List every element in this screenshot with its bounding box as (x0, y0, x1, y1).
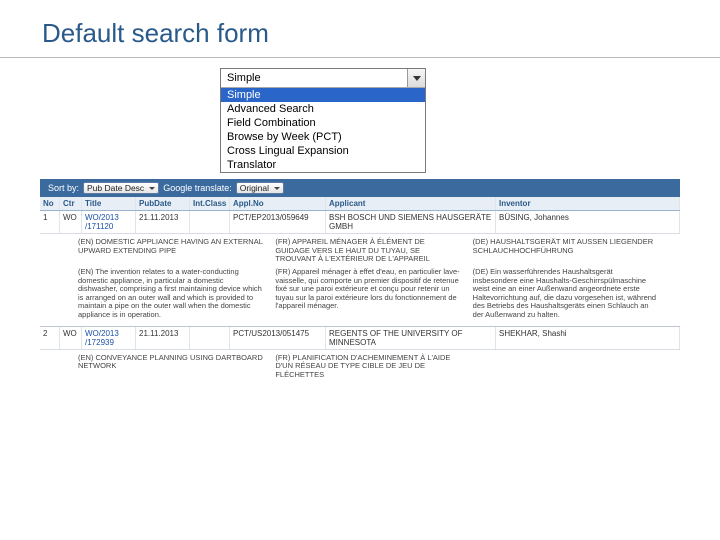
abstract-en: (EN) The invention relates to a water-co… (78, 268, 263, 320)
col-ctr: Ctr (60, 197, 82, 210)
dropdown-option[interactable]: Simple (221, 88, 425, 102)
abstract-de: (DE) Ein wasserführendes Haushaltsgerät … (473, 268, 658, 320)
col-pubdate: PubDate (136, 197, 190, 210)
sort-label: Sort by: (48, 183, 79, 193)
cell-intclass (190, 327, 230, 349)
translate-label: Google translate: (163, 183, 232, 193)
col-applicant: Applicant (326, 197, 496, 210)
cell-inventor: BÜSING, Johannes (496, 211, 680, 233)
dropdown-option[interactable]: Browse by Week (PCT) (221, 130, 425, 144)
title-en: (EN) CONVEYANCE PLANNING USING DARTBOARD… (78, 354, 263, 380)
cell-applno: PCT/US2013/051475 (230, 327, 326, 349)
title-de (473, 354, 658, 380)
result-titles: (EN) DOMESTIC APPLIANCE HAVING AN EXTERN… (40, 234, 680, 327)
screenshot-region: Simple Simple Advanced Search Field Comb… (40, 68, 680, 386)
col-no: No (40, 197, 60, 210)
cell-no: 1 (40, 211, 60, 233)
results-header-row: No Ctr Title PubDate Int.Class Appl.No A… (40, 197, 680, 211)
results-toolbar: Sort by: Pub Date Desc Google translate:… (40, 179, 680, 197)
cell-no: 2 (40, 327, 60, 349)
cell-applicant: BSH BOSCH UND SIEMENS HAUSGERÄTE GMBH (326, 211, 496, 233)
sort-select[interactable]: Pub Date Desc (83, 182, 159, 194)
cell-pubdate: 21.11.2013 (136, 211, 190, 233)
dropdown-option[interactable]: Translator (221, 158, 425, 172)
result-titles: (EN) CONVEYANCE PLANNING USING DARTBOARD… (40, 350, 680, 386)
dropdown-option[interactable]: Advanced Search (221, 102, 425, 116)
abstract-fr: (FR) Appareil ménager à effet d'eau, en … (275, 268, 460, 320)
dropdown-option[interactable]: Field Combination (221, 116, 425, 130)
dropdown-selected: Simple (221, 70, 407, 86)
col-inventor: Inventor (496, 197, 680, 210)
translate-select[interactable]: Original (236, 182, 284, 194)
dropdown-options: Simple Advanced Search Field Combination… (221, 88, 425, 172)
title-de: (DE) HAUSHALTSGERÄT MIT AUSSEN LIEGENDER… (473, 238, 658, 264)
search-mode-dropdown[interactable]: Simple Simple Advanced Search Field Comb… (220, 68, 426, 173)
cell-pubdate: 21.11.2013 (136, 327, 190, 349)
cell-title-link[interactable]: WO/2013 /172939 (82, 327, 136, 349)
col-applno: Appl.No (230, 197, 326, 210)
col-title: Title (82, 197, 136, 210)
cell-intclass (190, 211, 230, 233)
cell-applicant: REGENTS OF THE UNIVERSITY OF MINNESOTA (326, 327, 496, 349)
col-intclass: Int.Class (190, 197, 230, 210)
table-row: 2 WO WO/2013 /172939 21.11.2013 PCT/US20… (40, 327, 680, 350)
cell-title-link[interactable]: WO/2013 /171120 (82, 211, 136, 233)
table-row: 1 WO WO/2013 /171120 21.11.2013 PCT/EP20… (40, 211, 680, 234)
title-fr: (FR) APPAREIL MÉNAGER À ÉLÉMENT DE GUIDA… (275, 238, 460, 264)
divider (0, 57, 720, 58)
cell-applno: PCT/EP2013/059649 (230, 211, 326, 233)
cell-inventor: SHEKHAR, Shashi (496, 327, 680, 349)
title-fr: (FR) PLANIFICATION D'ACHEMINEMENT À L'AI… (275, 354, 460, 380)
cell-ctr: WO (60, 211, 82, 233)
page-title: Default search form (0, 0, 720, 57)
dropdown-option[interactable]: Cross Lingual Expansion (221, 144, 425, 158)
title-en: (EN) DOMESTIC APPLIANCE HAVING AN EXTERN… (78, 238, 263, 264)
cell-ctr: WO (60, 327, 82, 349)
chevron-down-icon[interactable] (407, 69, 425, 87)
